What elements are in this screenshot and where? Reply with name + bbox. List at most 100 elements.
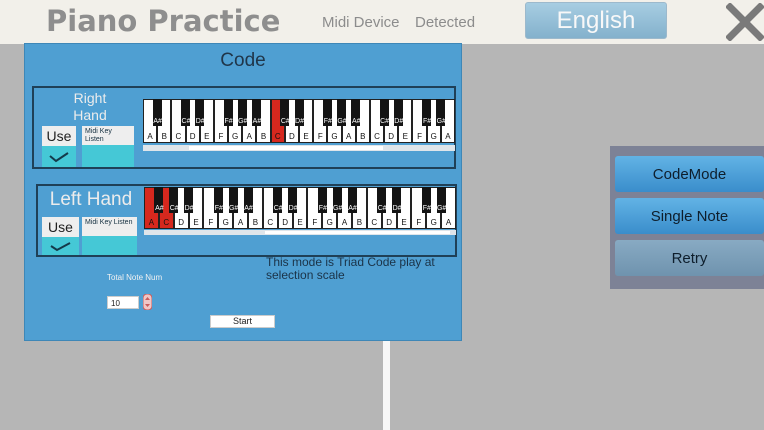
black-key[interactable]: D# xyxy=(184,187,194,213)
white-key-label: A xyxy=(246,132,253,141)
black-key[interactable]: A# xyxy=(251,99,262,126)
black-key[interactable]: G# xyxy=(332,187,343,213)
left-hand-use-button[interactable]: Use xyxy=(42,217,79,237)
midi-status: Detected xyxy=(415,14,476,31)
black-key-label: G# xyxy=(332,205,343,212)
black-key[interactable]: F# xyxy=(421,187,431,213)
scrollbar-thumb[interactable] xyxy=(189,146,383,150)
checkmark-icon xyxy=(50,242,71,252)
black-key[interactable]: F# xyxy=(213,187,223,213)
white-key-label: C xyxy=(274,132,281,141)
single-note-button[interactable]: Single Note xyxy=(615,198,764,234)
white-key-label: C xyxy=(175,132,182,141)
white-key-label: B xyxy=(260,132,267,141)
scrollbar-thumb[interactable] xyxy=(265,231,450,234)
black-key-label: D# xyxy=(288,205,298,212)
black-key[interactable]: C# xyxy=(181,99,191,126)
white-key-label: A xyxy=(148,218,155,227)
white-key-label: A xyxy=(445,132,451,141)
white-key-label: B xyxy=(252,218,259,227)
right-hand-keyboard-scrollbar[interactable] xyxy=(143,145,455,151)
left-hand-keyboard-scrollbar[interactable] xyxy=(144,230,456,235)
right-hand-label: Right Hand xyxy=(73,90,107,123)
black-key-label: D# xyxy=(394,118,404,125)
white-key-label: F xyxy=(416,218,422,227)
retry-button[interactable]: Retry xyxy=(615,240,764,276)
left-hand-section: Left Hand Use Midi Key Listen ACDEFGABCD… xyxy=(36,184,457,257)
left-hand-label: Left Hand xyxy=(49,189,133,210)
black-key[interactable]: C# xyxy=(377,187,387,213)
panel-title: Code xyxy=(220,50,266,71)
black-key-label: F# xyxy=(318,205,327,212)
black-key[interactable]: F# xyxy=(322,99,332,126)
black-key[interactable]: D# xyxy=(195,99,205,126)
black-key-label: F# xyxy=(214,205,223,212)
black-key[interactable]: C# xyxy=(169,187,179,213)
black-key-label: C# xyxy=(273,205,283,212)
black-key[interactable]: D# xyxy=(392,187,402,213)
white-key-label: D xyxy=(388,132,395,141)
black-key[interactable]: A# xyxy=(154,187,164,213)
black-key[interactable]: D# xyxy=(393,99,404,126)
black-key[interactable]: D# xyxy=(294,99,304,126)
black-key[interactable]: F# xyxy=(422,99,431,126)
start-button[interactable]: Start xyxy=(210,315,275,328)
white-key-label: F xyxy=(312,218,318,227)
black-key-label: C# xyxy=(380,118,390,125)
white-key-label: G xyxy=(430,218,437,227)
total-note-stepper[interactable] xyxy=(142,293,153,311)
white-key-label: E xyxy=(402,132,409,141)
white-key-label: G xyxy=(331,132,338,141)
black-key-label: G# xyxy=(436,205,447,212)
white-key-label: C xyxy=(267,218,274,227)
left-hand-use-checkbox[interactable] xyxy=(42,237,79,255)
white-key-label: G xyxy=(222,218,229,227)
black-key[interactable]: C# xyxy=(379,99,390,126)
code-mode-button[interactable]: CodeMode xyxy=(615,156,764,192)
black-key[interactable]: D# xyxy=(288,187,298,213)
white-key-label: D xyxy=(189,132,196,141)
black-key-label: A# xyxy=(244,205,253,212)
left-hand-midi-key-listen[interactable]: Midi Key Listen xyxy=(82,217,137,255)
right-hand-use-button[interactable]: Use xyxy=(42,126,76,146)
mode-description: This mode is Triad Code play at selectio… xyxy=(266,255,435,282)
black-key-label: C# xyxy=(181,118,191,125)
stepper-icon xyxy=(142,293,153,311)
black-key[interactable]: F# xyxy=(223,99,233,126)
black-key[interactable]: A# xyxy=(243,187,253,213)
white-key-label: D xyxy=(178,218,185,227)
black-key-label: A# xyxy=(348,205,357,212)
black-key[interactable]: A# xyxy=(347,187,357,213)
black-key-label: G# xyxy=(436,118,446,125)
white-key-label: D xyxy=(386,218,393,227)
black-key[interactable]: G# xyxy=(436,99,446,126)
top-bar: Piano Practice Midi Device Detected Engl… xyxy=(0,0,764,44)
black-key[interactable]: G# xyxy=(228,187,238,213)
black-key-label: A# xyxy=(252,118,262,125)
black-key-label: A# xyxy=(351,118,361,125)
black-key[interactable]: A# xyxy=(152,99,162,126)
black-key-label: D# xyxy=(392,205,402,212)
black-key[interactable]: G# xyxy=(237,99,247,126)
black-key-label: F# xyxy=(323,118,332,125)
right-hand-midi-key-listen[interactable]: Midi Key Listen xyxy=(82,126,134,167)
black-key[interactable]: F# xyxy=(317,187,327,213)
language-button[interactable]: English xyxy=(525,2,667,39)
mode-menu: CodeMode Single Note Retry xyxy=(610,146,764,289)
close-button[interactable] xyxy=(725,2,764,42)
white-key-label: G xyxy=(430,132,437,141)
close-icon xyxy=(725,2,764,42)
black-key[interactable]: C# xyxy=(280,99,290,126)
black-key[interactable]: G# xyxy=(337,99,347,126)
black-key-label: A# xyxy=(155,205,164,212)
black-key[interactable]: G# xyxy=(436,187,447,213)
white-key-label: A xyxy=(237,218,244,227)
black-key[interactable]: A# xyxy=(351,99,361,126)
right-hand-use-checkbox[interactable] xyxy=(42,146,76,167)
total-note-input[interactable]: 10 xyxy=(107,296,139,309)
black-key[interactable]: C# xyxy=(273,187,283,213)
white-key-label: C xyxy=(374,132,380,141)
white-key-label: F xyxy=(417,132,422,141)
black-key-label: A# xyxy=(153,118,162,125)
white-key-label: B xyxy=(356,218,363,227)
